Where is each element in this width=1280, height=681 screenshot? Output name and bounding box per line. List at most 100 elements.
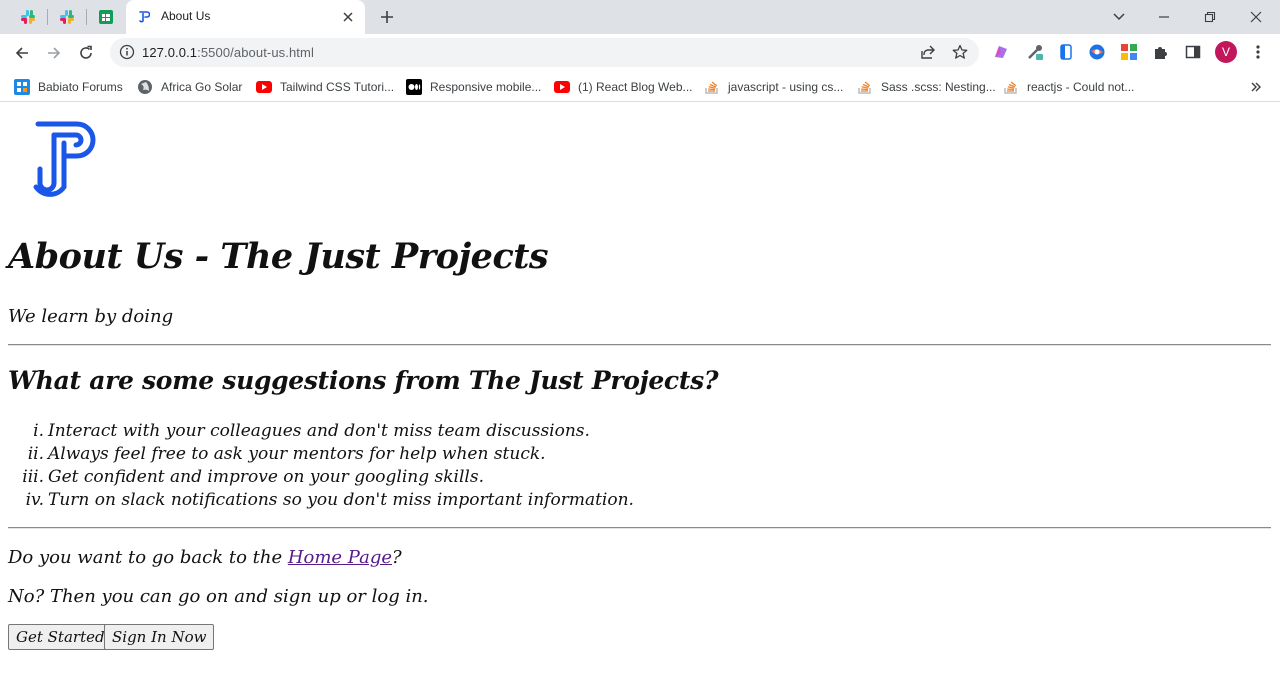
bookmarks-bar: Babiato Forums Africa Go Solar Tailwind … xyxy=(0,72,1280,102)
share-icon[interactable] xyxy=(920,44,936,60)
stackoverflow-icon xyxy=(857,79,873,95)
home-page-prompt: Do you want to go back to the Home Page? xyxy=(8,547,402,568)
reload-icon xyxy=(80,45,92,59)
list-item-text: Get confident and improve on your googli… xyxy=(48,467,484,487)
bookmark-item[interactable]: Tailwind CSS Tutori... xyxy=(256,77,394,97)
bookmark-label: Babiato Forums xyxy=(38,80,123,94)
minimize-button[interactable] xyxy=(1153,6,1175,28)
arrow-right-icon xyxy=(48,47,61,59)
url-text[interactable]: 127.0.0.1:5500/about-us.html xyxy=(142,45,314,60)
suggestions-heading: What are some suggestions from The Just … xyxy=(8,366,719,395)
minimize-icon xyxy=(1159,16,1169,18)
close-tab-icon[interactable] xyxy=(340,9,356,25)
bookmark-label: Africa Go Solar xyxy=(161,80,243,94)
divider xyxy=(8,527,1271,529)
stackoverflow-icon xyxy=(1003,79,1019,95)
new-tab-icon[interactable] xyxy=(377,8,397,26)
google-sheets-icon xyxy=(99,10,113,24)
tab-separator xyxy=(86,9,87,25)
bookmark-item[interactable]: javascript - using cs... xyxy=(704,77,843,97)
slack-icon xyxy=(21,10,35,24)
grid-extension-icon xyxy=(1121,44,1137,60)
extension-button[interactable] xyxy=(1056,42,1076,62)
device-extension-icon xyxy=(1060,44,1072,60)
reload-button[interactable] xyxy=(75,42,97,64)
page-title: About Us - The Just Projects xyxy=(8,236,549,277)
youtube-icon xyxy=(554,79,570,95)
home-prompt-prefix: Do you want to go back to the xyxy=(8,547,288,568)
close-window-button[interactable] xyxy=(1245,6,1267,28)
get-started-button[interactable]: Get Started xyxy=(8,624,113,650)
bookmark-label: (1) React Blog Web... xyxy=(578,80,693,94)
chevron-double-right-icon[interactable] xyxy=(1250,81,1262,93)
restore-icon xyxy=(1204,11,1216,23)
tagline: We learn by doing xyxy=(8,306,174,327)
list-marker: iii. xyxy=(22,467,44,487)
divider xyxy=(8,344,1271,346)
active-tab-title: About Us xyxy=(161,9,211,23)
slack-tab-2[interactable] xyxy=(51,5,83,29)
globe-extension-icon xyxy=(1089,44,1105,60)
signup-prompt: No? Then you can go on and sign up or lo… xyxy=(8,586,429,607)
profile-avatar[interactable]: V xyxy=(1215,41,1237,63)
bookmark-item[interactable]: reactjs - Could not... xyxy=(1003,77,1134,97)
active-tab[interactable]: About Us xyxy=(126,0,365,34)
stackoverflow-icon xyxy=(704,79,720,95)
url-path: :5500/about-us.html xyxy=(197,45,314,60)
extension-button[interactable] xyxy=(1025,42,1045,62)
bookmark-label: Tailwind CSS Tutori... xyxy=(280,80,395,94)
extensions-menu-button[interactable] xyxy=(1151,42,1171,62)
eyedropper-extension-icon xyxy=(1028,45,1043,60)
address-bar[interactable]: 127.0.0.1:5500/about-us.html xyxy=(110,38,979,67)
bookmark-label: Responsive mobile... xyxy=(430,80,542,94)
slack-tab-1[interactable] xyxy=(12,5,44,29)
side-panel-icon xyxy=(1185,45,1201,59)
arrow-left-icon xyxy=(15,47,28,59)
list-item-text: Always feel free to ask your mentors for… xyxy=(48,444,546,464)
list-item-text: Interact with your colleagues and don't … xyxy=(48,421,590,441)
slack-icon xyxy=(60,10,74,24)
tab-strip: About Us xyxy=(0,0,1280,34)
page-content: About Us - The Just Projects We learn by… xyxy=(0,103,1280,681)
tab-search-button[interactable] xyxy=(1108,6,1130,28)
bookmark-star-icon[interactable] xyxy=(952,44,968,60)
list-item-text: Turn on slack notifications so you don't… xyxy=(48,490,634,510)
home-prompt-suffix: ? xyxy=(392,547,402,568)
chevron-down-icon xyxy=(1113,13,1125,21)
bookmark-item[interactable]: Africa Go Solar xyxy=(137,77,242,97)
list-marker: iv. xyxy=(25,490,44,510)
bookmark-item[interactable]: (1) React Blog Web... xyxy=(554,77,693,97)
bookmark-label: Sass .scss: Nesting... xyxy=(881,80,996,94)
bookmark-item[interactable]: Responsive mobile... xyxy=(406,77,541,97)
medium-icon xyxy=(406,79,422,95)
forward-button[interactable] xyxy=(43,42,65,64)
site-info-icon[interactable] xyxy=(119,44,135,60)
just-projects-favicon xyxy=(139,11,150,23)
tab-separator xyxy=(47,9,48,25)
puzzle-icon xyxy=(1155,47,1167,59)
globe-icon xyxy=(137,79,153,95)
bookmark-item[interactable]: Babiato Forums xyxy=(14,77,123,97)
bookmark-label: javascript - using cs... xyxy=(728,80,844,94)
kebab-menu-icon xyxy=(1256,45,1260,59)
bookmark-label: reactjs - Could not... xyxy=(1027,80,1135,94)
bookmark-item[interactable]: Sass .scss: Nesting... xyxy=(857,77,996,97)
close-icon xyxy=(1250,11,1262,23)
list-marker: i. xyxy=(33,421,44,441)
just-projects-logo xyxy=(33,121,96,197)
extension-button[interactable] xyxy=(1087,42,1107,62)
sign-in-button[interactable]: Sign In Now xyxy=(104,624,215,650)
browser-toolbar: 127.0.0.1:5500/about-us.html V xyxy=(0,34,1280,72)
list-marker: ii. xyxy=(27,444,44,464)
purple-extension-icon xyxy=(995,46,1007,58)
extension-button[interactable] xyxy=(991,42,1011,62)
url-host: 127.0.0.1 xyxy=(142,45,198,60)
restore-button[interactable] xyxy=(1199,6,1221,28)
home-page-link[interactable]: Home Page xyxy=(288,547,392,568)
browser-menu-button[interactable] xyxy=(1248,42,1268,62)
side-panel-button[interactable] xyxy=(1183,42,1203,62)
extension-button[interactable] xyxy=(1119,42,1139,62)
babiato-icon xyxy=(14,79,30,95)
sheets-tab[interactable] xyxy=(90,5,122,29)
back-button[interactable] xyxy=(11,42,33,64)
